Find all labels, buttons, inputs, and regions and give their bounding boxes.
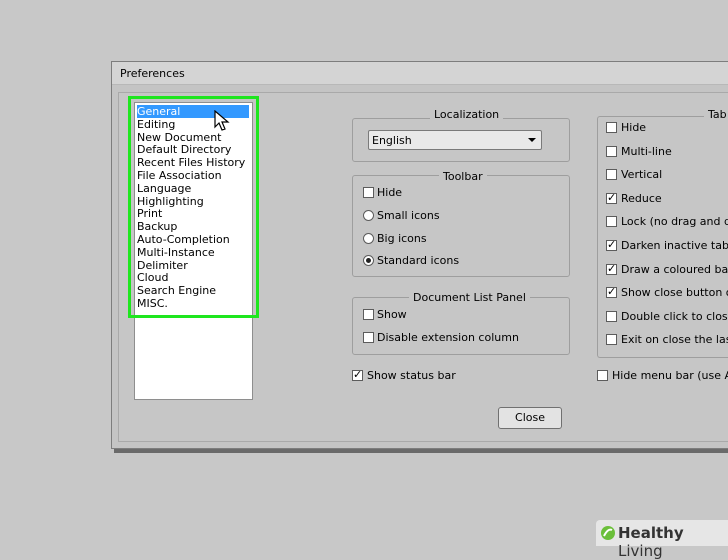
tab-option-checkbox[interactable] (606, 169, 617, 181)
standard-icons-label: Standard icons (377, 254, 460, 267)
doclist-label: Document List Panel (409, 291, 530, 304)
watermark: Healthy Living (596, 520, 728, 560)
tab-option-checkbox[interactable] (606, 238, 617, 251)
watermark-text-1: Healthy (618, 524, 684, 542)
big-icons-radio[interactable] (363, 233, 374, 244)
tab-option-checkbox[interactable] (606, 334, 617, 346)
tab-option-label: Lock (no drag and drop (621, 215, 728, 229)
big-icons-label: Big icons (377, 232, 427, 245)
window-title: Preferences (120, 67, 185, 80)
hide-menu-bar-checkbox[interactable] (597, 370, 608, 381)
tab-option-checkbox[interactable] (606, 122, 617, 133)
tab-option-label: Exit on close the last ta (621, 333, 728, 347)
status-bar-label: Show status bar (367, 369, 456, 382)
language-select[interactable]: English (368, 130, 542, 150)
title-bar[interactable]: Preferences (112, 62, 728, 85)
watermark-text: Healthy Living (618, 524, 728, 560)
standard-icons-radio[interactable] (363, 255, 374, 266)
toolbar-hide-label: Hide (377, 186, 403, 199)
tab-option-label: Draw a coloured bar on (621, 262, 728, 276)
mouse-pointer-icon (214, 110, 230, 131)
tab-option-checkbox[interactable] (606, 310, 617, 322)
tab-option-checkbox[interactable] (606, 145, 617, 157)
doclist-group (352, 297, 570, 355)
highlight-outline (128, 96, 259, 318)
leaf-logo-icon (601, 526, 615, 540)
hide-menu-bar-label: Hide menu bar (use Alt o (612, 369, 728, 382)
small-icons-label: Small icons (377, 209, 440, 222)
disable-extension-checkbox[interactable] (363, 332, 374, 343)
toolbar-hide-checkbox[interactable] (363, 187, 374, 198)
tab-option-label: Vertical (621, 168, 663, 182)
disable-extension-label: Disable extension column (377, 331, 519, 344)
language-value: English (372, 134, 412, 147)
small-icons-radio[interactable] (363, 210, 374, 221)
tab-label: Tab (704, 108, 728, 121)
tab-option-checkbox[interactable] (606, 216, 617, 228)
tab-option-label: Darken inactive tabs (621, 239, 728, 252)
tab-option-checkbox[interactable] (606, 262, 617, 275)
tab-option-checkbox[interactable] (606, 285, 617, 299)
localization-label: Localization (430, 108, 504, 121)
doclist-show-checkbox[interactable] (363, 309, 374, 320)
watermark-text-2: Living (618, 542, 663, 560)
tab-option-label: Show close button on e (621, 286, 728, 300)
tab-option-label: Hide (621, 121, 647, 134)
doclist-show-label: Show (377, 308, 407, 321)
chevron-down-icon (528, 138, 536, 142)
tab-option-checkbox[interactable] (606, 191, 617, 204)
tab-option-label: Reduce (621, 191, 662, 205)
tab-option-label: Double click to close do (621, 309, 728, 323)
status-bar-checkbox[interactable] (352, 368, 363, 381)
tab-option-label: Multi-line (621, 144, 672, 158)
close-button[interactable]: Close (498, 407, 562, 429)
toolbar-label: Toolbar (439, 170, 487, 183)
